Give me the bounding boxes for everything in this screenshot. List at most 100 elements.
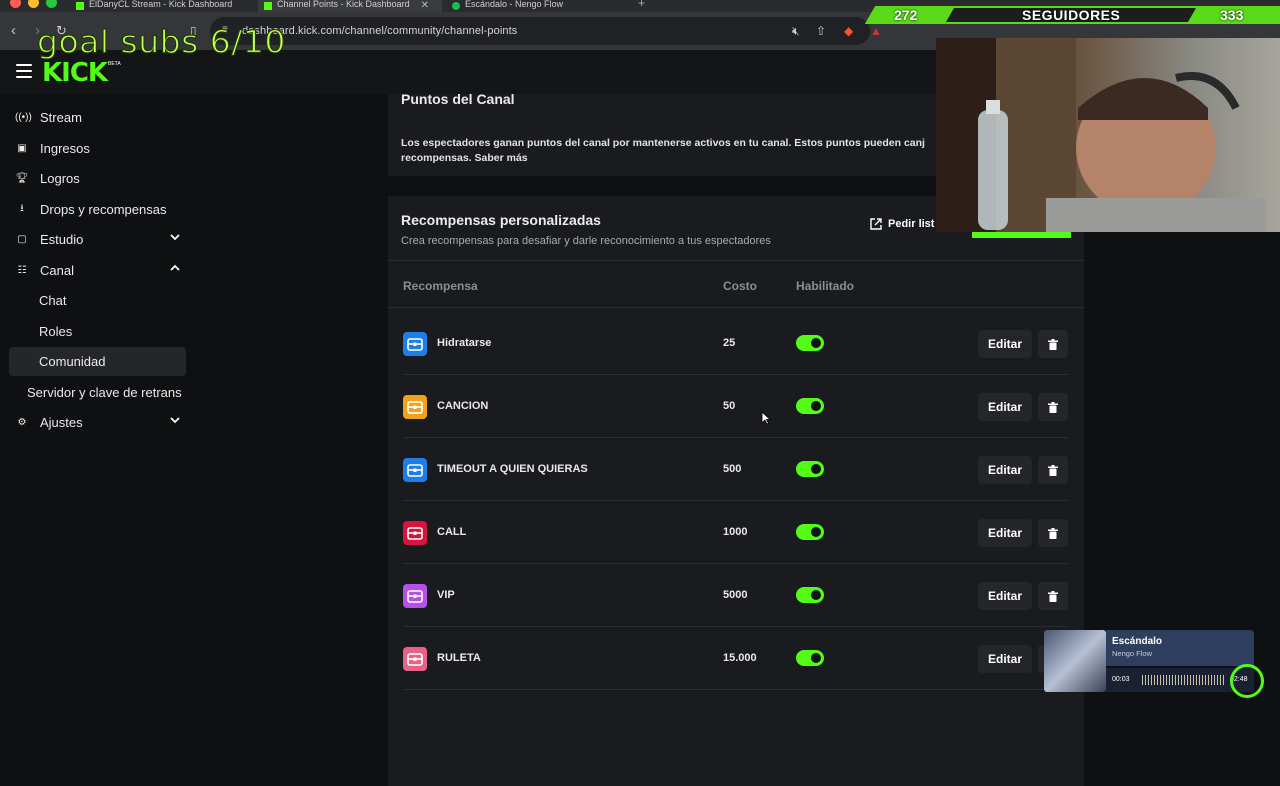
edit-reward-button[interactable]: Editar — [978, 393, 1032, 421]
beta-badge: BETA — [108, 61, 121, 67]
back-arrow-icon[interactable]: ‹ — [11, 22, 16, 39]
external-link-icon — [870, 218, 882, 230]
reward-enabled-toggle[interactable] — [796, 461, 824, 477]
custom-rewards-card: Recompensas personalizadas Crea recompen… — [388, 196, 1084, 786]
divider — [388, 307, 1084, 308]
sidebar-item-label: Drops y recompensas — [40, 202, 167, 217]
reward-row: CANCION 50 Editar — [403, 375, 1068, 438]
reward-cost: 25 — [723, 337, 736, 349]
minimize-window-dot[interactable] — [28, 0, 39, 8]
chevron-down-icon[interactable] — [170, 415, 180, 425]
waveform — [1142, 675, 1224, 685]
sidebar-item-estudio[interactable]: ▢ Estudio — [9, 225, 186, 254]
sidebar-item-label: Servidor y clave de retrans — [27, 385, 182, 400]
close-window-dot[interactable] — [10, 0, 21, 8]
webcam-accent-bar — [972, 232, 1071, 238]
trash-icon — [1048, 338, 1058, 350]
studio-icon: ▢ — [17, 234, 27, 245]
sidebar-item-roles[interactable]: Roles — [9, 317, 186, 346]
reward-cost: 500 — [723, 463, 742, 475]
request-list-button[interactable]: Pedir list — [870, 218, 934, 230]
trash-icon — [1048, 590, 1058, 602]
sidebar-item-label: Comunidad — [39, 354, 106, 369]
kick-favicon-icon — [76, 2, 84, 10]
brave-shield-icon[interactable]: ◆ — [844, 24, 853, 38]
share-icon[interactable]: ⇧ — [816, 24, 826, 38]
trash-icon — [1048, 527, 1058, 539]
sidebar-item-chat[interactable]: Chat — [9, 286, 186, 315]
close-tab-icon[interactable]: ✕ — [421, 1, 429, 11]
sidebar-item-logros[interactable]: 🏆︎ Logros — [9, 164, 186, 193]
reward-row: Hidratarse 25 Editar — [403, 312, 1068, 375]
track-artist: Nengo Flow — [1112, 649, 1153, 658]
divider — [388, 260, 1084, 261]
custom-rewards-title: Recompensas personalizadas — [401, 212, 601, 228]
maximize-window-dot[interactable] — [46, 0, 57, 8]
tab-title: Channel Points - Kick Dashboard — [277, 0, 410, 9]
now-playing-widget: Escándalo Nengo Flow 00:03 02:48 — [1044, 630, 1254, 694]
chevron-up-icon[interactable] — [170, 263, 180, 273]
sidebar-item-label: Chat — [39, 293, 67, 308]
delete-reward-button[interactable] — [1038, 393, 1068, 421]
tab-title: Escándalo - Nengo Flow — [465, 0, 564, 9]
sidebar-item-label: Ajustes — [40, 415, 83, 430]
delete-reward-button[interactable] — [1038, 582, 1068, 610]
hamburger-menu-icon[interactable] — [16, 64, 32, 78]
chevron-down-icon[interactable] — [170, 232, 180, 242]
edit-reward-button[interactable]: Editar — [978, 519, 1032, 547]
reward-row: CALL 1000 Editar — [403, 501, 1068, 564]
delete-reward-button[interactable] — [1038, 456, 1068, 484]
sidebar-item-label: Roles — [39, 324, 73, 339]
reward-enabled-toggle[interactable] — [796, 398, 824, 414]
edit-reward-button[interactable]: Editar — [978, 645, 1032, 673]
reward-enabled-toggle[interactable] — [796, 650, 824, 666]
track-title: Escándalo — [1112, 636, 1163, 647]
new-tab-icon[interactable]: + — [638, 0, 645, 10]
sidebar: ((•)) Stream ▣ Ingresos 🏆︎ Logros ⭳ Drop… — [0, 94, 200, 720]
sidebar-item-label: Estudio — [40, 232, 84, 247]
rewards-icon[interactable]: ▲ — [870, 24, 882, 38]
sidebar-item-comunidad[interactable]: Comunidad — [9, 347, 186, 376]
channel-icon: ☷ — [17, 265, 27, 276]
trash-icon — [1048, 401, 1058, 413]
custom-rewards-subtitle: Crea recompensas para desafiar y darle r… — [401, 235, 771, 247]
browser-tab-stream[interactable]: ElDanyCL Stream - Kick Dashboard — [70, 0, 254, 12]
sidebar-item-label: Logros — [40, 171, 80, 186]
sidebar-item-stream[interactable]: ((•)) Stream — [9, 103, 186, 132]
reward-name: TIMEOUT A QUIEN QUIERAS — [437, 463, 588, 475]
reward-chest-icon — [403, 584, 427, 608]
sidebar-item-servidor[interactable]: Servidor y clave de retrans — [9, 378, 199, 407]
sidebar-item-ingresos[interactable]: ▣ Ingresos — [9, 134, 186, 163]
sidebar-item-drops[interactable]: ⭳ Drops y recompensas — [9, 195, 186, 224]
edit-reward-button[interactable]: Editar — [978, 330, 1032, 358]
reward-name: RULETA — [437, 652, 481, 664]
followers-goal-bar: 272 SEGUIDORES 333 — [864, 6, 1280, 24]
reward-chest-icon — [403, 521, 427, 545]
trophy-icon: 🏆︎ — [15, 173, 29, 184]
delete-reward-button[interactable] — [1038, 519, 1068, 547]
browser-tab-music[interactable]: Escándalo - Nengo Flow — [446, 0, 630, 12]
kick-logo[interactable]: KICK — [42, 58, 108, 88]
address-bar[interactable]: ≡ dashboard.kick.com/channel/community/c… — [210, 17, 870, 45]
column-header-reward: Recompensa — [403, 279, 478, 293]
browser-tab-channel-points[interactable]: Channel Points - Kick Dashboard ✕ — [258, 0, 442, 12]
reward-chest-icon — [403, 395, 427, 419]
mute-icon[interactable]: 🔇︎ — [792, 24, 800, 39]
edit-reward-button[interactable]: Editar — [978, 456, 1032, 484]
delete-reward-button[interactable] — [1038, 330, 1068, 358]
elapsed-time: 00:03 — [1112, 676, 1130, 683]
sidebar-item-label: Canal — [40, 263, 74, 278]
reward-enabled-toggle[interactable] — [796, 587, 824, 603]
reward-enabled-toggle[interactable] — [796, 335, 824, 351]
reward-enabled-toggle[interactable] — [796, 524, 824, 540]
sidebar-item-canal[interactable]: ☷ Canal — [9, 256, 186, 285]
reward-name: CALL — [437, 526, 467, 538]
reward-cost: 1000 — [723, 526, 748, 538]
sidebar-item-ajustes[interactable]: ⚙ Ajustes — [9, 408, 186, 437]
trash-icon — [1048, 464, 1058, 476]
channel-points-title: Puntos del Canal — [401, 91, 515, 107]
broadcast-icon: ((•)) — [15, 112, 32, 123]
edit-reward-button[interactable]: Editar — [978, 582, 1032, 610]
reward-name: CANCION — [437, 400, 489, 412]
sidebar-item-label: Ingresos — [40, 141, 90, 156]
